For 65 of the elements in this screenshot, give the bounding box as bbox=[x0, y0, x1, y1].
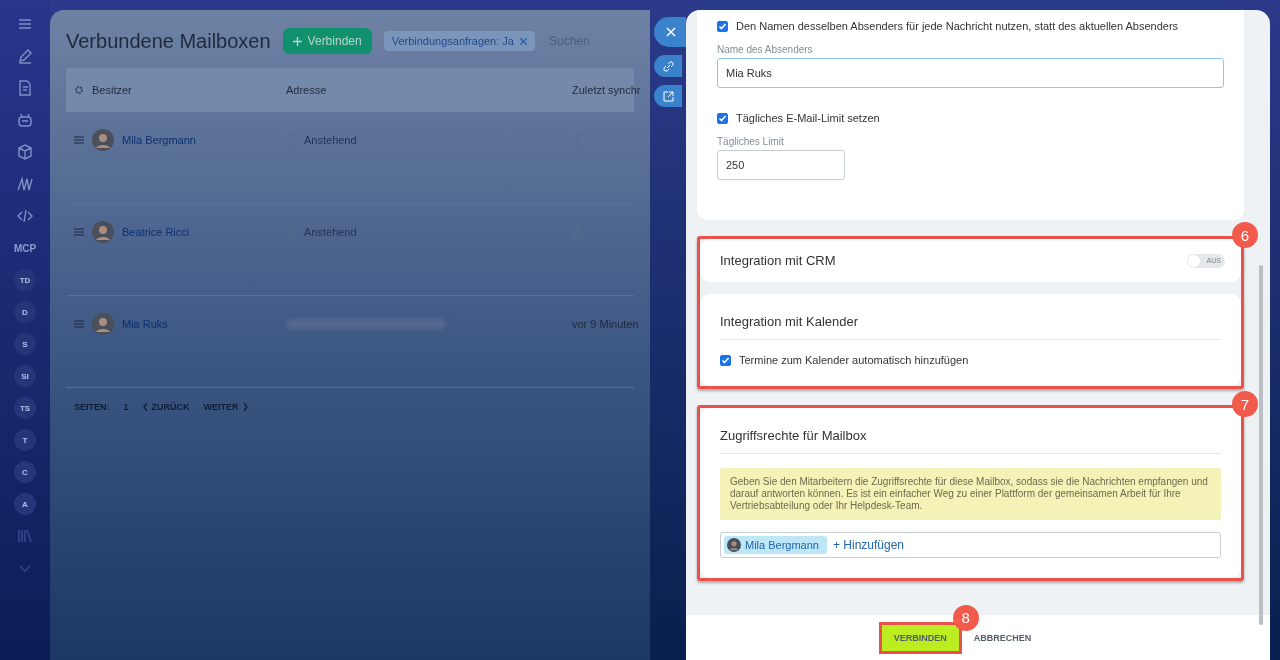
column-header[interactable]: Adresse bbox=[286, 84, 327, 96]
section-title: Integration mit CRM bbox=[720, 253, 836, 268]
code-icon[interactable] bbox=[16, 207, 34, 225]
callout-number: 8 bbox=[952, 604, 979, 631]
calendar-checkbox[interactable]: Termine zum Kalender automatisch hinzufügen bbox=[720, 354, 1221, 366]
sidebar-avatar[interactable]: SI bbox=[14, 365, 36, 387]
chevron-left-icon bbox=[142, 403, 148, 411]
callout-number: 7 bbox=[1232, 391, 1258, 417]
drag-handle-icon[interactable] bbox=[74, 136, 84, 144]
close-icon bbox=[666, 27, 676, 37]
sidebar-avatar[interactable]: T bbox=[14, 429, 36, 451]
sender-name-field[interactable]: Mia Ruks bbox=[717, 58, 1224, 88]
pen-icon[interactable] bbox=[16, 47, 34, 65]
checkmark-icon bbox=[718, 113, 727, 123]
document-icon[interactable] bbox=[16, 79, 34, 97]
page-title: Verbundene Mailboxen bbox=[66, 29, 271, 53]
chevron-right-icon bbox=[242, 403, 248, 411]
field-label: Name des Absenders bbox=[717, 44, 814, 55]
avatar-icon bbox=[727, 538, 741, 552]
add-link[interactable]: + Hinzufügen bbox=[833, 538, 905, 552]
section-title: Zugriffsrechte für Mailbox bbox=[720, 422, 1221, 454]
last-sync: vor 9 Minuten bbox=[572, 318, 639, 330]
column-header[interactable]: Zuletzt synchr bbox=[572, 84, 641, 96]
box-icon[interactable] bbox=[16, 143, 34, 161]
library-icon[interactable] bbox=[16, 527, 34, 545]
avatar-icon bbox=[92, 129, 114, 151]
pages-label: SEITEN: bbox=[74, 402, 110, 412]
sidebar-avatar[interactable]: A bbox=[14, 493, 36, 515]
robot-icon[interactable] bbox=[16, 111, 34, 129]
external-link-icon bbox=[663, 90, 674, 102]
section-title: Integration mit Kalender bbox=[720, 308, 1221, 340]
close-icon[interactable] bbox=[520, 37, 527, 45]
column-header[interactable]: Besitzer bbox=[92, 84, 132, 96]
member-tag[interactable]: Mila Bergmann bbox=[724, 536, 827, 554]
daily-limit-field[interactable]: 250 bbox=[717, 150, 845, 180]
cancel-button[interactable]: ABBRECHEN bbox=[967, 631, 1038, 644]
avatar-icon bbox=[92, 313, 114, 335]
link-icon bbox=[663, 60, 674, 72]
sidebar-item[interactable]: MCP bbox=[13, 236, 37, 260]
sidebar-avatar[interactable]: D bbox=[14, 301, 36, 323]
sidebar-avatar[interactable]: S bbox=[14, 333, 36, 355]
connect-button[interactable]: VERBINDEN bbox=[878, 621, 962, 654]
checkmark-icon bbox=[721, 355, 730, 365]
avatar-icon bbox=[92, 221, 114, 243]
waves-icon[interactable] bbox=[16, 175, 34, 193]
sidebar-avatar[interactable]: TD bbox=[14, 269, 36, 291]
checkmark-icon bbox=[718, 21, 727, 31]
members-field[interactable]: Mila Bergmann + Hinzufügen bbox=[720, 532, 1221, 558]
settings-icon[interactable] bbox=[74, 85, 84, 95]
info-notice: Geben Sie den Mitarbeitern die Zugriffsrechte für diese Mailbox, sodass sie die Nachrichten empfangen und darauf antworten können. Es ist ein einfacher Weg zu einer Plattform der gemeinsamen Arbeit für Ihre Vertriebsabteilung oder Ihr Helpdesk-Team. bbox=[720, 468, 1221, 520]
sidebar-avatar[interactable]: C bbox=[14, 461, 36, 483]
drag-handle-icon[interactable] bbox=[74, 320, 84, 328]
drag-handle-icon[interactable] bbox=[74, 228, 84, 236]
address-status: Anstehend bbox=[304, 226, 357, 238]
link-button[interactable] bbox=[654, 55, 682, 77]
field-label: Tägliches Limit bbox=[717, 136, 785, 147]
close-button[interactable] bbox=[654, 17, 686, 47]
sender-checkbox[interactable]: Den Namen desselben Absenders für jede Nachricht nutzen, statt des aktuellen Absenders bbox=[717, 20, 1224, 32]
limit-checkbox[interactable]: Tägliches E-Mail-Limit setzen bbox=[717, 112, 1224, 124]
open-button[interactable] bbox=[654, 85, 682, 107]
callout-number: 6 bbox=[1232, 222, 1258, 248]
plus-icon bbox=[292, 36, 302, 46]
address-status: Anstehend bbox=[304, 134, 357, 146]
page-number: 1 bbox=[123, 402, 129, 412]
sidebar-avatar[interactable]: TS bbox=[14, 397, 36, 419]
